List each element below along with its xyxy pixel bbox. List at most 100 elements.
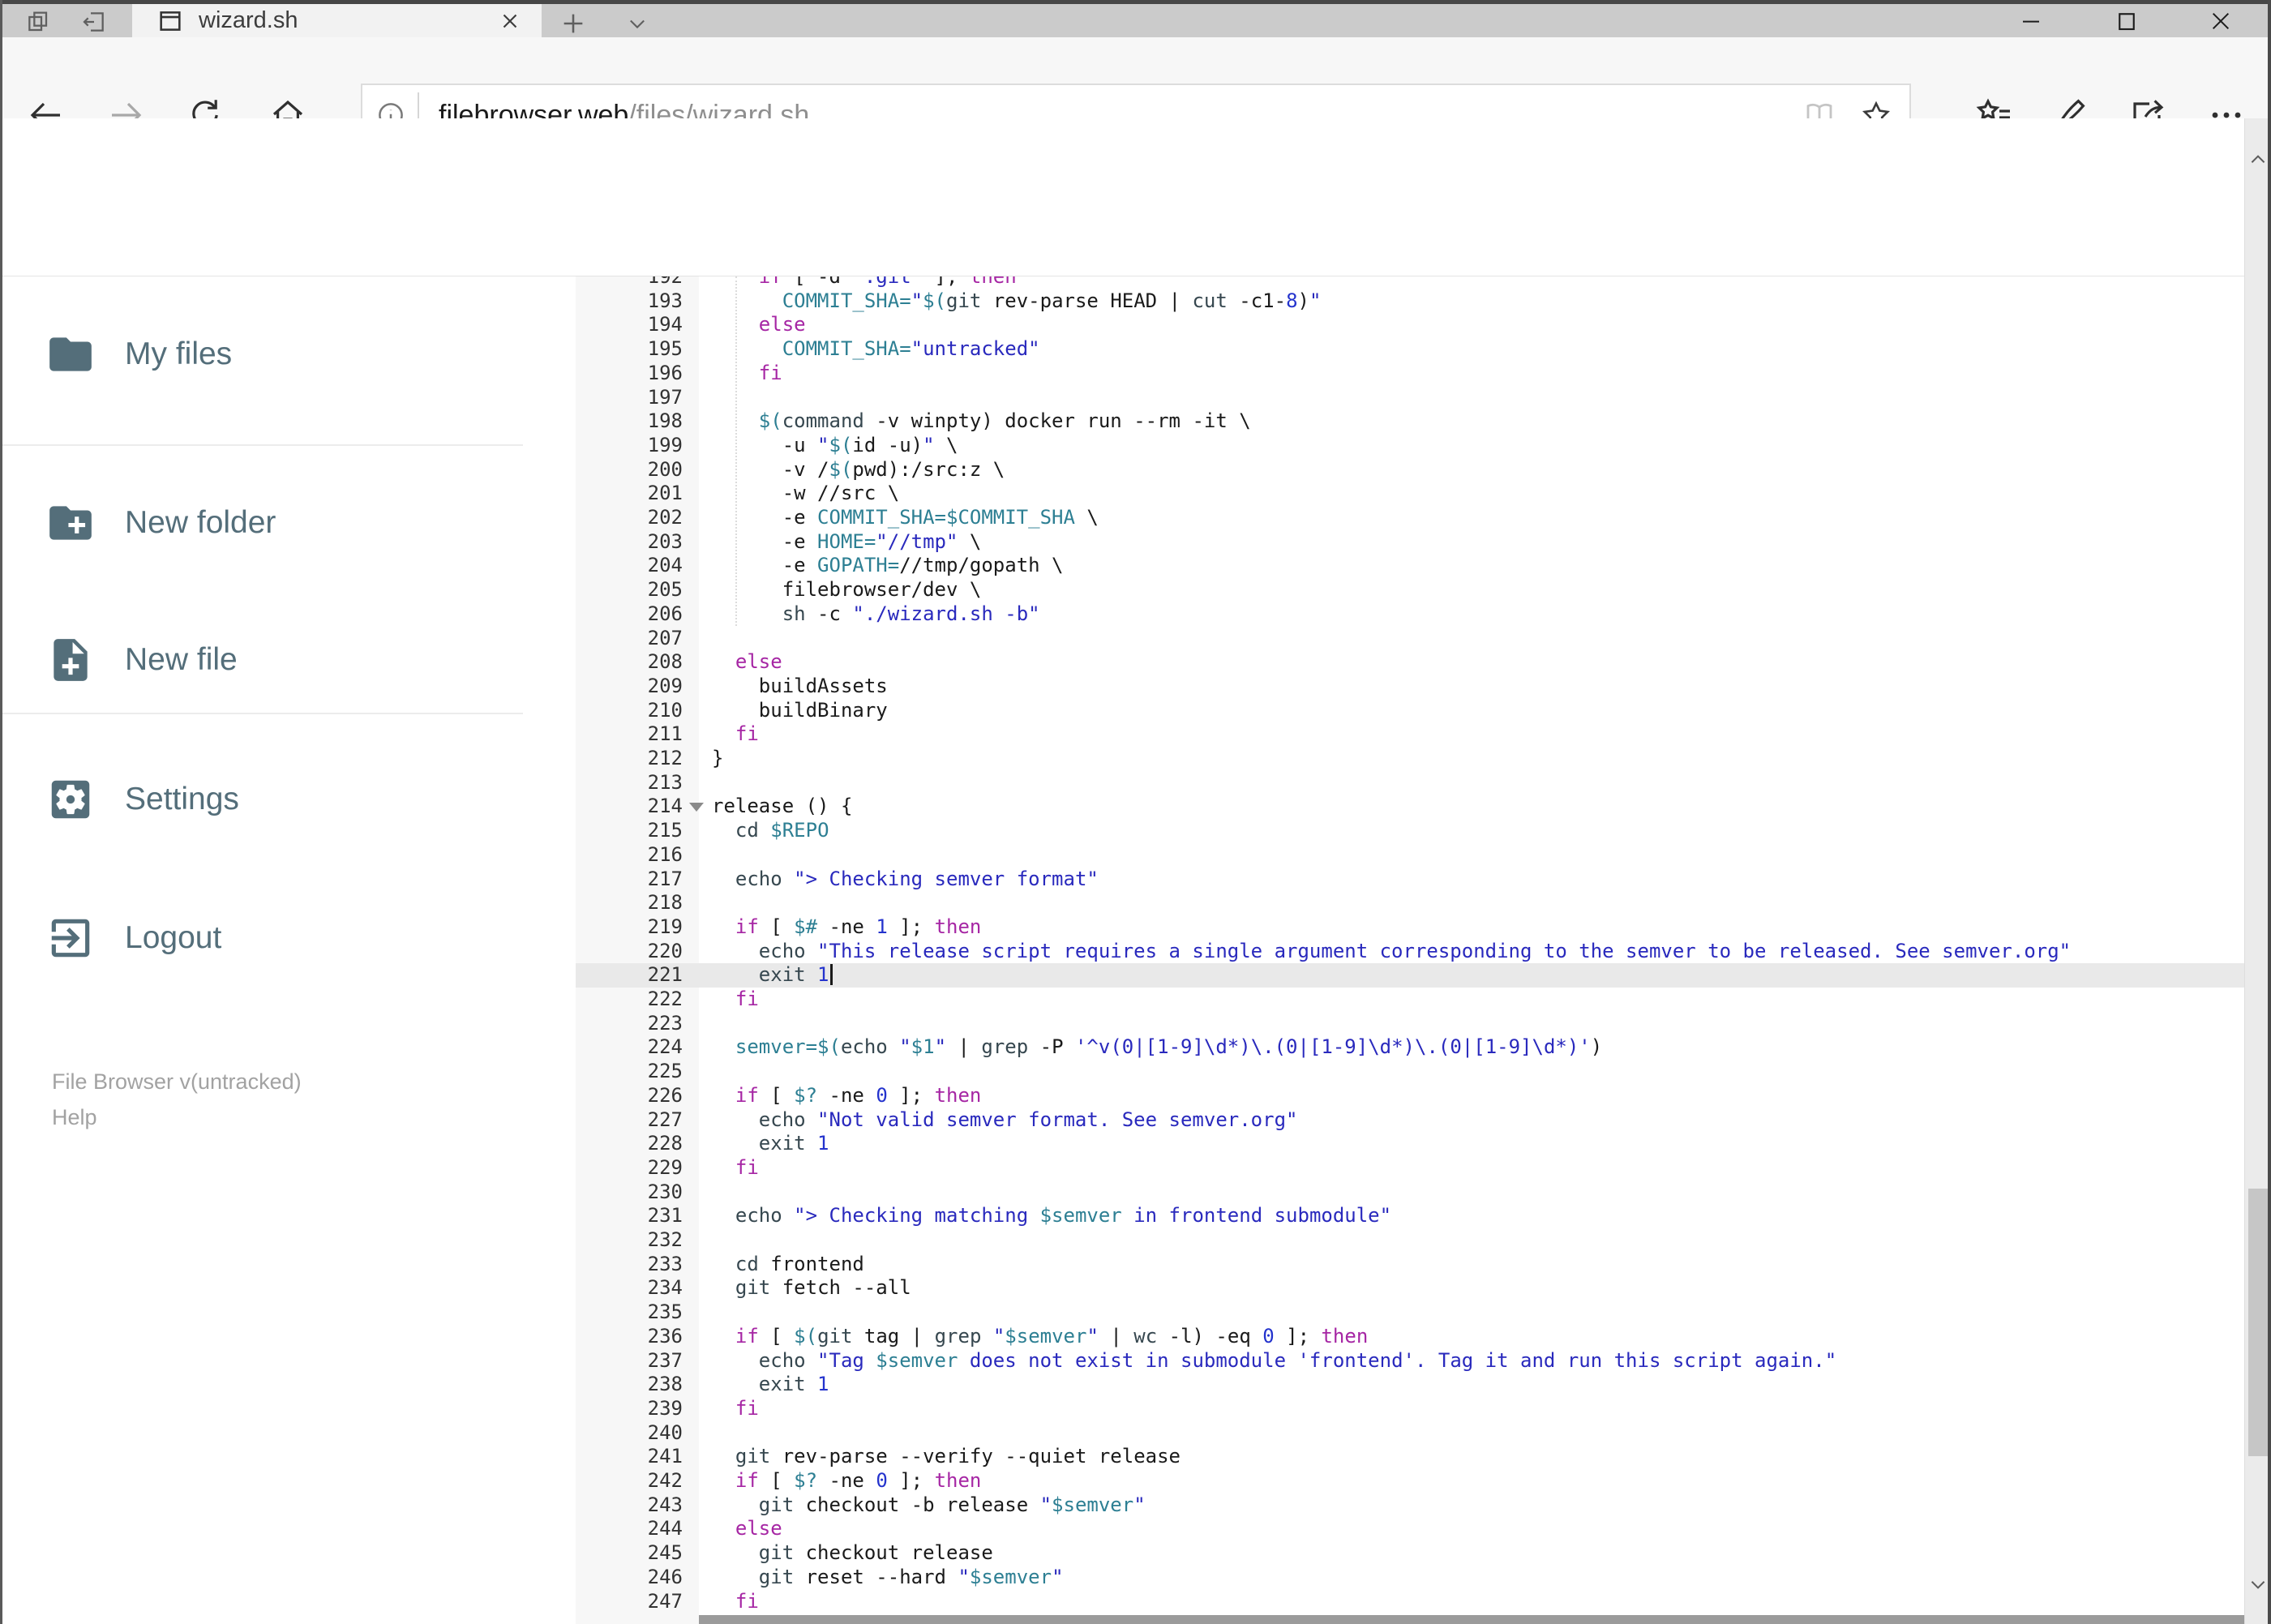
- code-line-204[interactable]: 204 -e GOPATH=//tmp/gopath \: [576, 554, 2244, 578]
- code-text: }: [712, 747, 724, 769]
- code-line-221[interactable]: 221 exit 1: [576, 963, 2244, 988]
- code-line-193[interactable]: 193 COMMIT_SHA="$(git rev-parse HEAD | c…: [576, 289, 2244, 314]
- line-number: 199: [647, 433, 683, 456]
- code-line-212[interactable]: 212}: [576, 747, 2244, 771]
- code-line-202[interactable]: 202 -e COMMIT_SHA=$COMMIT_SHA \: [576, 506, 2244, 530]
- horizontal-scrollbar[interactable]: [699, 1615, 2244, 1624]
- sidebar-item-new-file[interactable]: New file: [0, 615, 568, 705]
- tab-dropdown-icon[interactable]: [624, 12, 650, 35]
- line-number: 213: [647, 770, 683, 794]
- code-line-196[interactable]: 196 fi: [576, 362, 2244, 386]
- app-header: Search...: [0, 118, 2271, 392]
- code-editor[interactable]: 192 if [ -d ".git" ]; then 193 COMMIT_SHA…: [576, 276, 2244, 1624]
- code-line-229[interactable]: 229 fi: [576, 1156, 2244, 1181]
- code-line-237[interactable]: 237 echo "Tag $semver does not exist in …: [576, 1349, 2244, 1373]
- sidebar-divider: [0, 444, 523, 446]
- code-line-242[interactable]: 242 if [ $? -ne 0 ]; then: [576, 1469, 2244, 1493]
- line-number: 232: [647, 1228, 683, 1251]
- line-number: 229: [647, 1155, 683, 1179]
- code-text: -e GOPATH=//tmp/gopath \: [712, 554, 1064, 577]
- code-line-241[interactable]: 241 git rev-parse --verify --quiet relea…: [576, 1445, 2244, 1469]
- close-window-button[interactable]: [2184, 4, 2257, 37]
- line-number: 217: [647, 867, 683, 890]
- line-number: 231: [647, 1204, 683, 1228]
- code-line-208[interactable]: 208 else: [576, 650, 2244, 675]
- code-line-243[interactable]: 243 git checkout -b release "$semver": [576, 1493, 2244, 1518]
- code-line-214[interactable]: 214 release () {: [576, 795, 2244, 819]
- code-line-211[interactable]: 211 fi: [576, 722, 2244, 747]
- scrollbar-thumb[interactable]: [2248, 1189, 2269, 1456]
- code-line-232[interactable]: 232: [576, 1228, 2244, 1253]
- code-line-209[interactable]: 209 buildAssets: [576, 675, 2244, 699]
- code-text: fi: [735, 1155, 759, 1179]
- tab-preview-icon[interactable]: [23, 9, 54, 35]
- code-line-210[interactable]: 210 buildBinary: [576, 699, 2244, 723]
- code-line-234[interactable]: 234 git fetch --all: [576, 1276, 2244, 1300]
- scroll-down-icon[interactable]: [2247, 1574, 2269, 1595]
- code-text: else: [735, 1517, 782, 1540]
- code-line-199[interactable]: 199 -u "$(id -u)" \: [576, 434, 2244, 458]
- code-line-224[interactable]: 224 semver=$(echo "$1" | grep -P '^v(0|[…: [576, 1035, 2244, 1060]
- code-line-213[interactable]: 213: [576, 771, 2244, 795]
- code-line-223[interactable]: 223: [576, 1012, 2244, 1036]
- code-line-225[interactable]: 225: [576, 1060, 2244, 1084]
- code-line-244[interactable]: 244 else: [576, 1517, 2244, 1541]
- line-number: 245: [647, 1541, 683, 1565]
- scroll-up-icon[interactable]: [2247, 149, 2269, 170]
- code-line-205[interactable]: 205 filebrowser/dev \: [576, 578, 2244, 602]
- code-text: fi: [735, 1589, 759, 1613]
- code-line-218[interactable]: 218: [576, 891, 2244, 915]
- code-line-231[interactable]: 231 echo "> Checking matching $semver in…: [576, 1204, 2244, 1228]
- code-line-227[interactable]: 227 echo "Not valid semver format. See s…: [576, 1108, 2244, 1133]
- sidebar-item-logout[interactable]: Logout: [0, 893, 568, 983]
- code-line-238[interactable]: 238 exit 1: [576, 1373, 2244, 1397]
- minimize-button[interactable]: [1995, 4, 2067, 37]
- code-text: if [ $? -ne 0 ]; then: [735, 1469, 982, 1492]
- close-tab-icon[interactable]: [498, 9, 522, 33]
- code-text: filebrowser/dev \: [712, 578, 982, 602]
- code-line-228[interactable]: 228 exit 1: [576, 1132, 2244, 1156]
- line-number: 235: [647, 1300, 683, 1324]
- sidebar-item-settings[interactable]: Settings: [0, 755, 568, 844]
- code-text: echo "Tag $semver does not exist in subm…: [758, 1348, 1837, 1372]
- new-tab-icon[interactable]: [559, 10, 587, 37]
- code-line-236[interactable]: 236 if [ $(git tag | grep "$semver" | wc…: [576, 1325, 2244, 1349]
- code-line-200[interactable]: 200 -v /$(pwd):/src:z \: [576, 458, 2244, 482]
- code-line-247[interactable]: 247 fi: [576, 1590, 2244, 1614]
- code-line-230[interactable]: 230: [576, 1181, 2244, 1205]
- code-line-233[interactable]: 233 cd frontend: [576, 1253, 2244, 1277]
- code-line-195[interactable]: 195 COMMIT_SHA="untracked": [576, 337, 2244, 362]
- browser-tab[interactable]: wizard.sh: [132, 4, 542, 37]
- code-line-192[interactable]: 192 if [ -d ".git" ]; then: [576, 276, 2244, 289]
- code-line-245[interactable]: 245 git checkout release: [576, 1541, 2244, 1566]
- code-line-194[interactable]: 194 else: [576, 313, 2244, 337]
- code-line-201[interactable]: 201 -w //src \: [576, 482, 2244, 506]
- code-line-222[interactable]: 222 fi: [576, 988, 2244, 1012]
- maximize-button[interactable]: [2090, 4, 2163, 37]
- code-line-226[interactable]: 226 if [ $? -ne 0 ]; then: [576, 1084, 2244, 1108]
- code-line-197[interactable]: 197: [576, 386, 2244, 410]
- code-line-246[interactable]: 246 git reset --hard "$semver": [576, 1566, 2244, 1590]
- line-number: 209: [647, 674, 683, 697]
- code-line-215[interactable]: 215 cd $REPO: [576, 819, 2244, 843]
- code-line-235[interactable]: 235: [576, 1300, 2244, 1325]
- code-line-217[interactable]: 217 echo "> Checking semver format": [576, 868, 2244, 892]
- code-line-220[interactable]: 220 echo "This release script requires a…: [576, 940, 2244, 964]
- sidebar-item-label: New folder: [125, 505, 276, 540]
- code-line-239[interactable]: 239 fi: [576, 1397, 2244, 1421]
- code-line-206[interactable]: 206 sh -c "./wizard.sh -b": [576, 602, 2244, 627]
- code-line-240[interactable]: 240: [576, 1421, 2244, 1446]
- code-text: -e HOME="//tmp" \: [712, 529, 982, 553]
- code-line-207[interactable]: 207: [576, 627, 2244, 651]
- browser-navbar: filebrowser.web/files/wizard.sh: [0, 37, 2271, 147]
- help-link[interactable]: Help: [52, 1105, 97, 1130]
- code-line-216[interactable]: 216: [576, 843, 2244, 868]
- code-line-203[interactable]: 203 -e HOME="//tmp" \: [576, 530, 2244, 555]
- set-tabs-aside-icon[interactable]: [78, 9, 110, 35]
- sidebar-item-new-folder[interactable]: New folder: [0, 478, 568, 568]
- code-line-219[interactable]: 219 if [ $# -ne 1 ]; then: [576, 915, 2244, 940]
- code-line-198[interactable]: 198 $(command -v winpty) docker run --rm…: [576, 409, 2244, 434]
- fold-marker-icon[interactable]: [689, 803, 704, 812]
- sidebar-item-label: New file: [125, 642, 238, 677]
- sidebar-item-my-files[interactable]: My files: [0, 310, 568, 399]
